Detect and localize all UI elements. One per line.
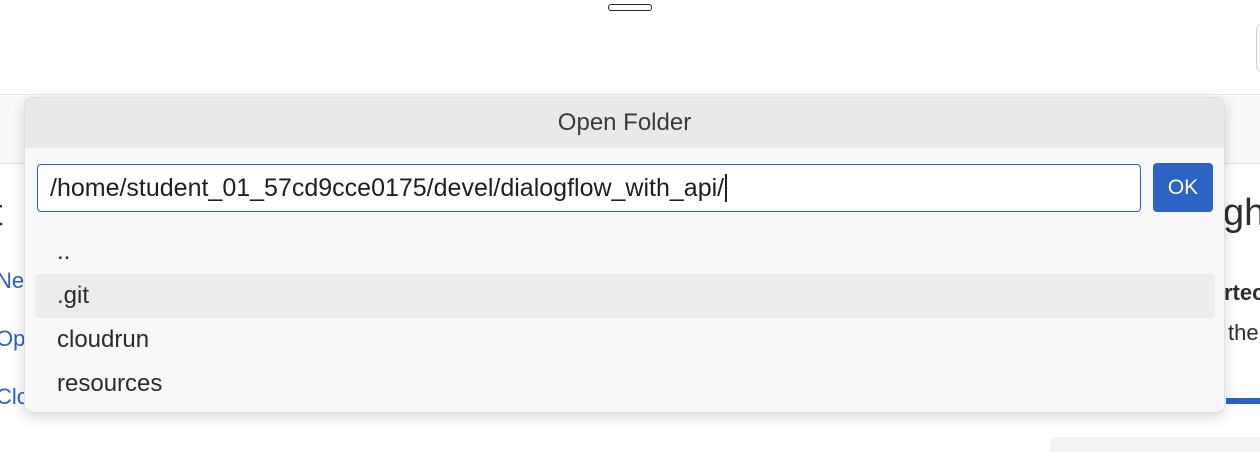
folder-list: .. .git cloudrun resources <box>35 230 1215 406</box>
list-item-git[interactable]: .git <box>35 274 1215 318</box>
ok-button[interactable]: OK <box>1153 163 1213 212</box>
background-right-text: rtec <box>1224 280 1260 305</box>
background-link-open[interactable]: Op <box>0 326 25 352</box>
background-progress-bar <box>1226 398 1260 404</box>
background-link-new[interactable]: Ne <box>0 268 24 294</box>
list-item-cloudrun[interactable]: cloudrun <box>35 318 1215 362</box>
title-bar <box>0 0 1260 95</box>
list-item-parent[interactable]: .. <box>35 230 1215 274</box>
folder-path-value: /home/student_01_57cd9cce0175/devel/dial… <box>50 173 725 202</box>
dialog-title: Open Folder <box>25 98 1224 148</box>
drag-handle-icon[interactable] <box>608 4 652 11</box>
background-right-heading: gh <box>1223 192 1260 234</box>
background-left-heading: t <box>0 192 3 235</box>
folder-path-input[interactable]: /home/student_01_57cd9cce0175/devel/dial… <box>37 164 1141 212</box>
toolbar-edge-control <box>1256 24 1260 72</box>
open-folder-dialog: Open Folder /home/student_01_57cd9cce017… <box>24 97 1225 413</box>
vscode-window: t Ne Op Clo gh rtec the Open Folder /hom… <box>0 0 1260 452</box>
text-caret <box>725 174 727 202</box>
list-item-resources[interactable]: resources <box>35 362 1215 406</box>
background-panel <box>1050 437 1260 452</box>
background-right-subtext: the <box>1228 320 1259 345</box>
